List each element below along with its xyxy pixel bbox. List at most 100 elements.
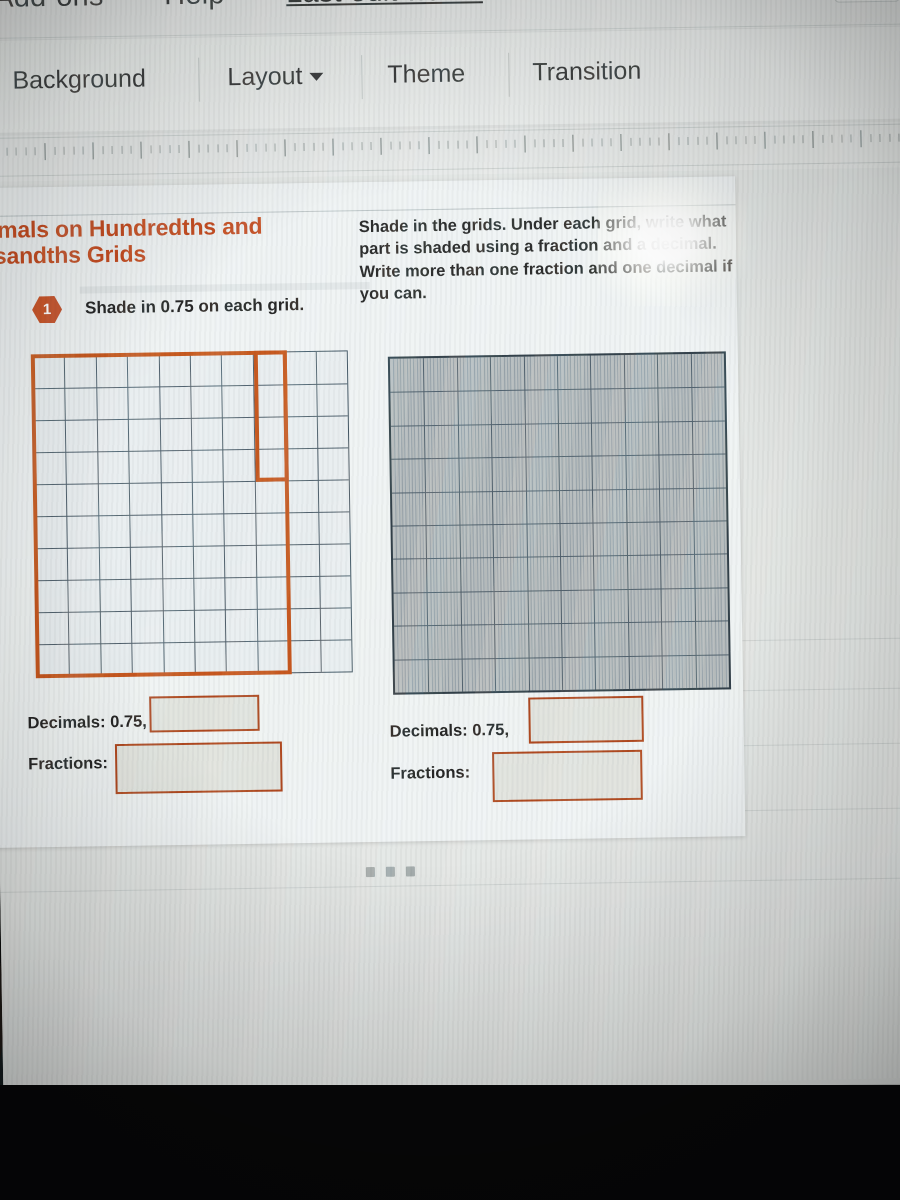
ruler-tick (246, 143, 248, 152)
ruler-tick (303, 143, 305, 152)
ruler-tick (610, 138, 612, 147)
ruler-tick (390, 141, 392, 150)
ruler-tick (284, 139, 286, 157)
ruler-tick (793, 135, 795, 144)
worksheet-instructions: Shade in the grids. Under each grid, wri… (358, 212, 733, 304)
ruler-tick (553, 139, 555, 148)
ruler-tick (774, 135, 776, 144)
ruler-tick (572, 134, 574, 152)
ruler-tick (822, 134, 824, 143)
last-edit-link[interactable]: Last edit was... (286, 0, 483, 10)
ruler-tick (601, 138, 603, 147)
ruler-tick (591, 138, 593, 147)
slide-canvas[interactable]: ecimals on Hundredths and ousandths Grid… (0, 176, 746, 848)
toolbar-divider-1 (198, 57, 200, 102)
transition-button[interactable]: Transition (532, 57, 641, 88)
screen-photo: Add-ons Help Last edit was... Background… (0, 0, 900, 1200)
ruler-tick (361, 142, 363, 151)
ruler-tick (82, 146, 85, 155)
ruler-tick (130, 145, 133, 154)
toolbar-divider-3 (508, 52, 510, 97)
fractions-input-1[interactable] (114, 741, 283, 795)
theme-button[interactable]: Theme (387, 59, 465, 89)
decimals-value-2: 0.75, (472, 720, 510, 740)
decimals-input-1[interactable] (149, 694, 260, 733)
problem-number-badge: 1 (32, 296, 62, 323)
fractions-label-2: Fractions: (390, 763, 471, 783)
ruler-tick (198, 144, 200, 153)
share-button[interactable] (833, 0, 900, 3)
decimals-label-text-2: Decimals: (389, 721, 468, 741)
ruler-tick (524, 135, 526, 153)
ruler-tick (726, 136, 728, 145)
ruler-tick (582, 138, 584, 147)
ruler-tick (418, 141, 420, 150)
decimals-label-1: Decimals: 0.75, (27, 713, 147, 734)
ruler-tick (111, 146, 113, 155)
ruler-tick (514, 139, 516, 148)
ruler-tick (562, 138, 564, 147)
menu-item-add-ons[interactable]: Add-ons (0, 0, 104, 15)
ruler-tick (169, 145, 171, 154)
ruler-tick (802, 135, 804, 144)
ruler-tick (188, 140, 190, 158)
ruler-tick (342, 142, 344, 151)
decimals-input-2[interactable] (528, 695, 644, 744)
ruler-tick (495, 139, 497, 149)
side-panel-graphic (742, 304, 746, 838)
ruler-tick (447, 140, 449, 149)
ruler-tick (34, 147, 37, 156)
ruler-tick (476, 136, 478, 154)
ruler-tick (850, 134, 852, 143)
problem-text: Shade in 0.75 on each grid. (84, 295, 305, 318)
ruler-tick (457, 140, 459, 149)
ruler-tick (735, 136, 737, 145)
background-button[interactable]: Background (12, 65, 146, 96)
ruler-tick (207, 144, 209, 153)
ruler-tick (716, 132, 718, 150)
ruler-tick (294, 143, 296, 152)
ruler-tick (102, 146, 104, 155)
editor-canvas: ecimals on Hundredths and ousandths Grid… (0, 167, 900, 1098)
ruler-tick (630, 137, 632, 146)
ruler-tick (687, 136, 689, 145)
ruler-tick (63, 146, 65, 155)
ruler-tick (466, 140, 468, 149)
ruler-tick (706, 136, 708, 145)
ruler-tick (370, 141, 372, 150)
ruler-tick (73, 146, 75, 155)
layout-button[interactable]: Layout (227, 62, 324, 93)
decimals-value-1: 0.75, (109, 712, 147, 732)
ruler-tick (745, 136, 747, 145)
ruler-tick (121, 145, 123, 154)
ruler-tick (380, 137, 382, 155)
ruler-tick (658, 137, 660, 146)
ruler-tick (534, 139, 536, 148)
ruler-tick (44, 143, 46, 161)
ruler-tick (150, 145, 152, 154)
chevron-down-icon (309, 73, 324, 82)
ruler-tick (351, 142, 353, 151)
ruler-tick (178, 144, 181, 153)
ruler-tick (543, 139, 545, 148)
ruler-tick (428, 137, 430, 155)
menu-item-help[interactable]: Help (164, 0, 225, 12)
slide-resize-handle[interactable] (365, 865, 426, 878)
ruler-tick (505, 139, 507, 148)
ruler-tick (313, 142, 315, 151)
ruler-tick (831, 134, 833, 143)
ruler-tick (274, 143, 276, 152)
ruler-tick (783, 135, 785, 144)
ruler-tick (409, 141, 411, 150)
ruler-tick (255, 143, 257, 152)
ruler-tick (620, 134, 622, 152)
thousandths-grid[interactable] (387, 351, 732, 695)
fractions-input-2[interactable] (492, 749, 643, 803)
ruler-tick (639, 137, 641, 146)
laptop-screen: Add-ons Help Last edit was... Background… (0, 0, 900, 1098)
ruler-tick (812, 131, 814, 149)
ruler-tick (879, 133, 881, 142)
ruler-tick (869, 134, 872, 143)
ruler-tick (265, 143, 267, 152)
ruler-tick (649, 137, 651, 146)
